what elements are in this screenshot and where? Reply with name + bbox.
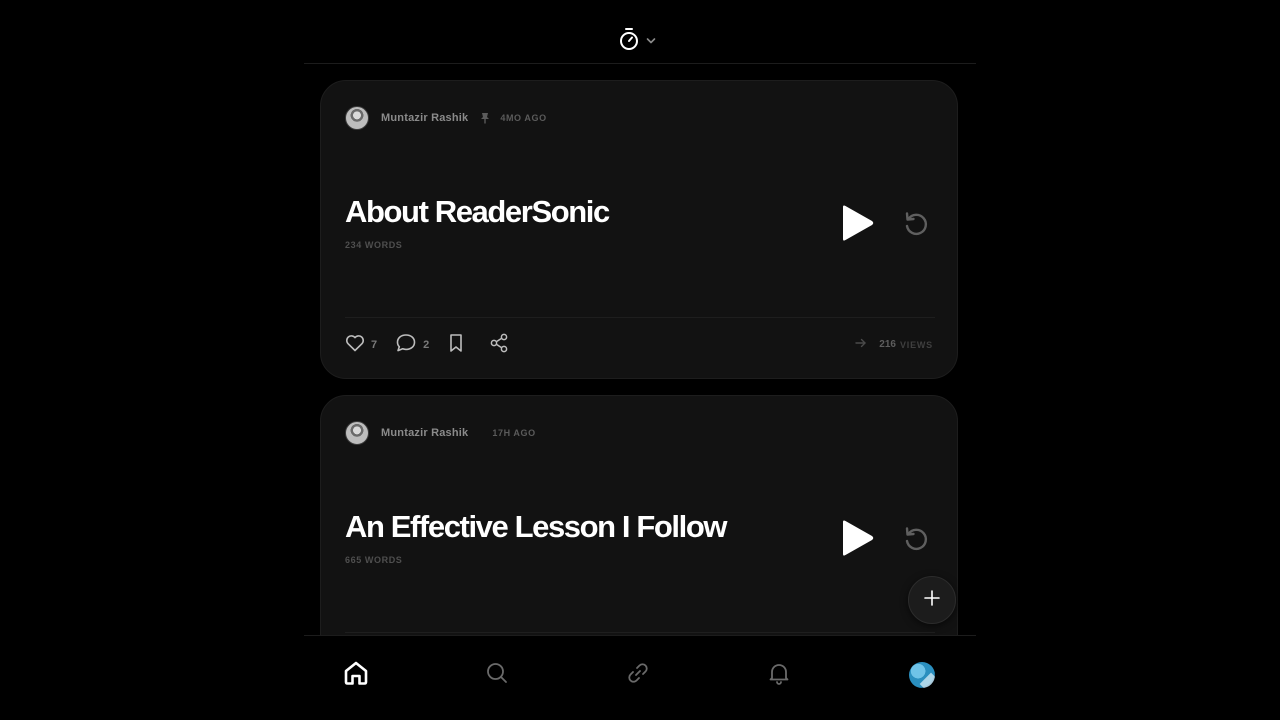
play-button[interactable] <box>837 203 877 243</box>
play-icon <box>843 205 874 241</box>
nav-profile[interactable] <box>907 660 937 690</box>
plus-icon <box>922 588 942 613</box>
post-card[interactable]: Muntazir Rashik 17H AGO An Effective Les… <box>320 395 958 635</box>
app-shell: Muntazir Rashik 4MO AGO About ReaderSoni… <box>304 0 976 720</box>
stopwatch-icon <box>618 27 640 56</box>
new-post-button[interactable] <box>908 576 956 624</box>
replay-icon <box>905 212 928 236</box>
author-row: Muntazir Rashik 4MO AGO <box>345 105 547 131</box>
post-time-ago: 4MO AGO <box>500 113 547 123</box>
post-title[interactable]: An Effective Lesson I Follow <box>345 509 727 545</box>
bottom-nav <box>304 635 976 720</box>
nav-home[interactable] <box>341 660 371 690</box>
author-avatar[interactable] <box>345 106 369 130</box>
nav-links[interactable] <box>623 660 653 690</box>
word-count: 234 WORDS <box>345 240 403 250</box>
bookmark-button[interactable] <box>447 333 465 358</box>
share-icon <box>489 333 509 358</box>
post-feed: Muntazir Rashik 4MO AGO About ReaderSoni… <box>304 64 976 635</box>
heart-icon <box>345 334 365 357</box>
comment-count: 2 <box>423 339 430 351</box>
restart-button[interactable] <box>901 523 931 553</box>
restart-button[interactable] <box>901 208 931 238</box>
like-count: 7 <box>371 339 378 351</box>
author-name[interactable]: Muntazir Rashik <box>381 427 468 439</box>
comment-button[interactable]: 2 <box>395 333 429 358</box>
author-row: Muntazir Rashik 17H AGO <box>345 420 536 446</box>
search-icon <box>485 661 509 690</box>
sleep-timer-button[interactable] <box>618 27 664 55</box>
post-title[interactable]: About ReaderSonic <box>345 194 610 230</box>
top-bar <box>304 0 976 64</box>
chevron-down-icon <box>646 32 656 50</box>
nav-notifications[interactable] <box>764 660 794 690</box>
like-button[interactable]: 7 <box>345 334 377 357</box>
profile-avatar <box>909 662 935 688</box>
author-avatar[interactable] <box>345 421 369 445</box>
home-icon <box>343 660 369 691</box>
post-time-ago: 17H AGO <box>492 428 536 438</box>
author-name[interactable]: Muntazir Rashik <box>381 112 468 124</box>
views-label: VIEWS <box>899 339 933 350</box>
bell-icon <box>767 661 791 690</box>
arrow-right-icon <box>855 337 867 352</box>
play-icon <box>843 520 874 556</box>
replay-icon <box>905 527 928 551</box>
nav-search[interactable] <box>482 660 512 690</box>
card-divider <box>345 632 935 633</box>
share-button[interactable] <box>489 333 509 358</box>
card-divider <box>345 317 935 318</box>
view-stats: 216 VIEWS <box>855 337 933 352</box>
post-card[interactable]: Muntazir Rashik 4MO AGO About ReaderSoni… <box>320 80 958 379</box>
play-button[interactable] <box>837 518 877 558</box>
comment-icon <box>395 333 417 358</box>
view-count: 216 <box>879 339 896 350</box>
bookmark-icon <box>447 333 465 358</box>
link-icon <box>626 661 650 690</box>
pin-icon <box>480 112 490 124</box>
post-actions: 7 2 <box>345 333 509 357</box>
word-count: 665 WORDS <box>345 555 403 565</box>
